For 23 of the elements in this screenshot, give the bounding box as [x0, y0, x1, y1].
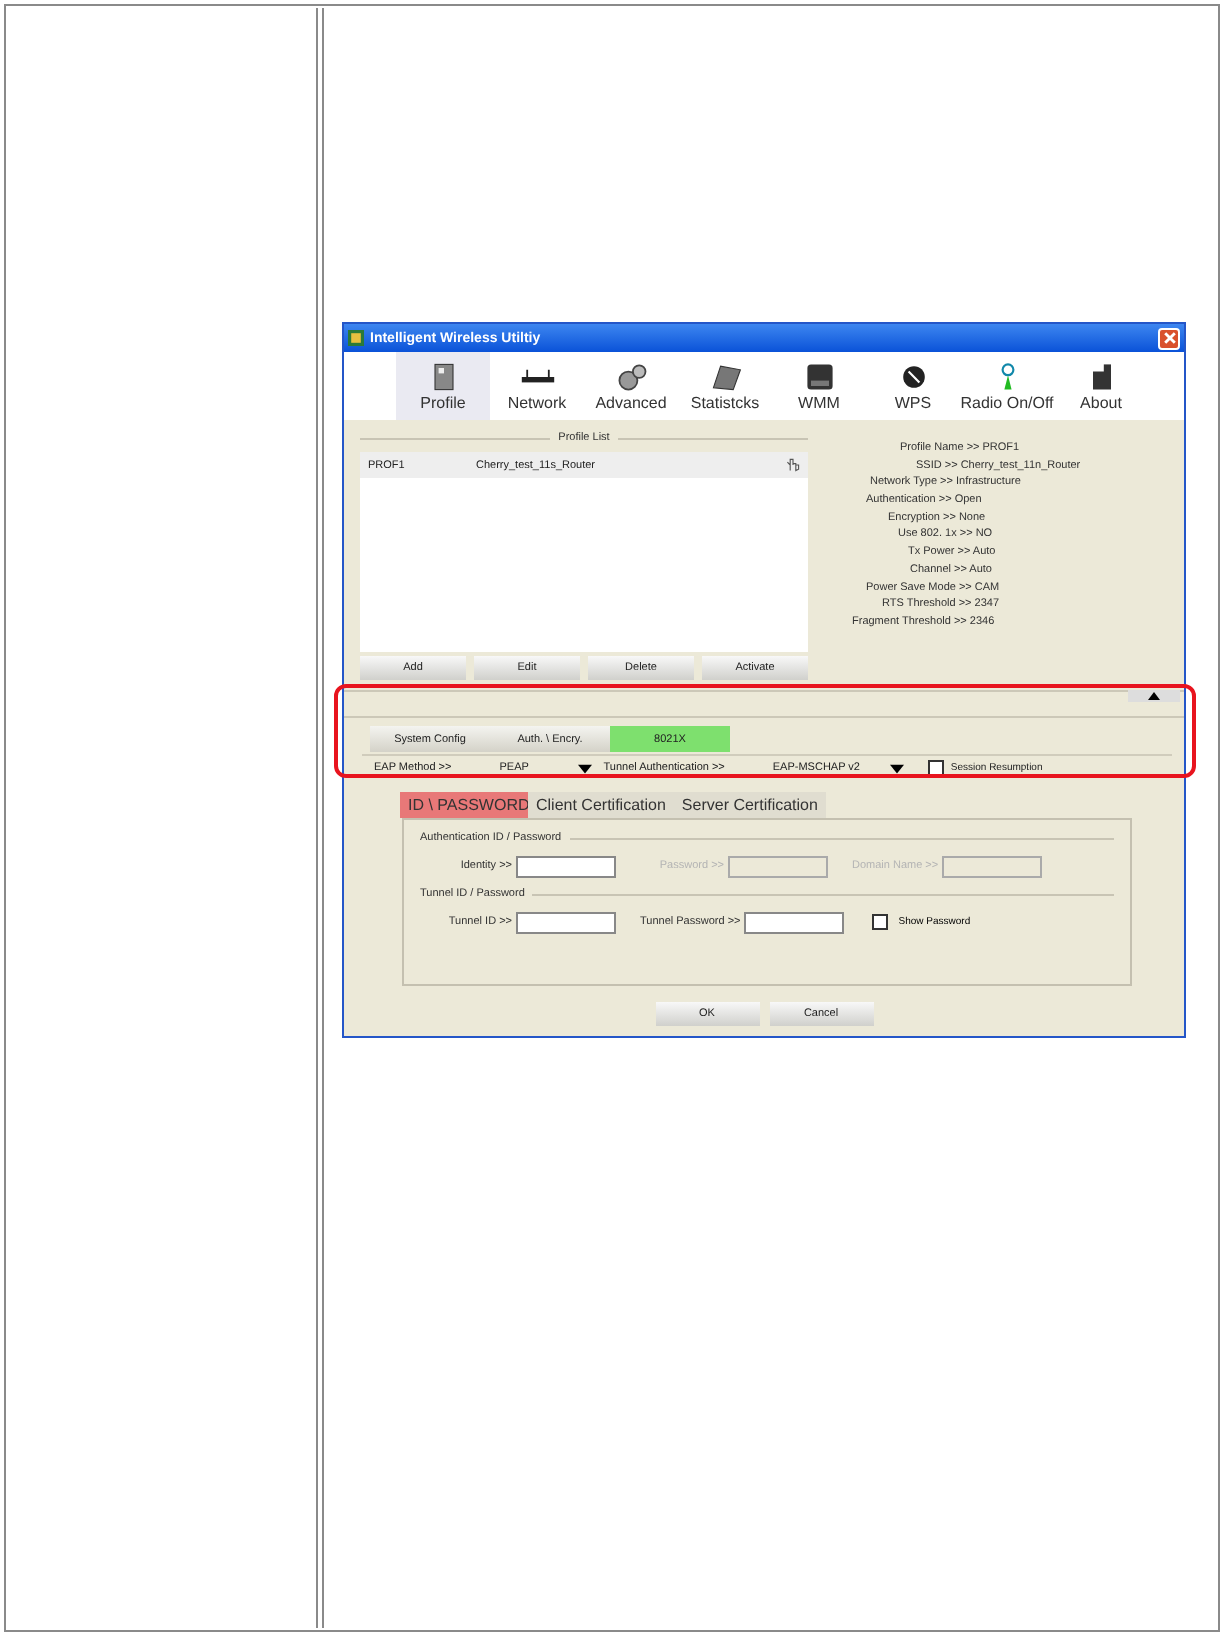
app-icon	[348, 330, 364, 346]
toolbar-button[interactable]: About	[1054, 352, 1148, 420]
toolbar-button[interactable]: Advanced	[584, 352, 678, 420]
close-button[interactable]	[1158, 327, 1180, 349]
sub-tab[interactable]: Client Certification	[528, 792, 674, 818]
sub-tab[interactable]: Server Certification	[673, 792, 826, 818]
toolbar-button[interactable]: WPS	[866, 352, 960, 420]
dropdown-arrow-icon	[577, 763, 592, 773]
input-field[interactable]	[744, 911, 845, 933]
toolbar-button[interactable]: Statistcks	[678, 352, 772, 420]
show-password-checkbox[interactable]	[872, 914, 889, 930]
hand-icon	[786, 458, 800, 472]
toolbar-button[interactable]: WMM	[772, 352, 866, 420]
collapse-button[interactable]	[1128, 690, 1180, 702]
toolbar-button[interactable]: Profile	[396, 352, 490, 420]
input-field[interactable]	[516, 855, 616, 877]
dropdown-arrow-icon	[890, 763, 905, 773]
input-field[interactable]	[516, 911, 616, 933]
toolbar-button[interactable]: Radio On/Off	[960, 352, 1054, 420]
toolbar-button[interactable]: Network	[490, 352, 584, 420]
sub-tab[interactable]: ID \ PASSWORD	[400, 792, 528, 818]
collapse-arrow-icon	[1144, 692, 1164, 700]
gears-icon	[613, 361, 649, 391]
